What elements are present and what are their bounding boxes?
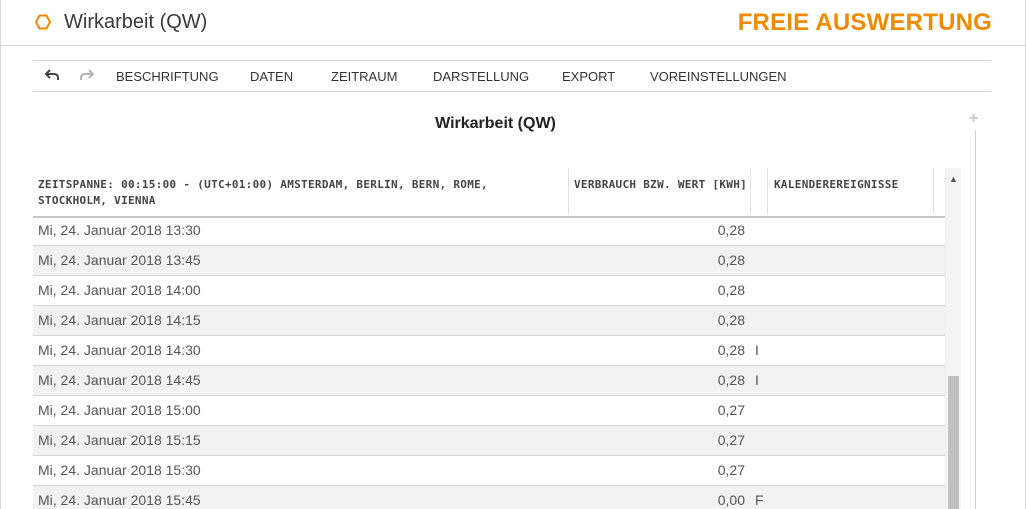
menu-daten[interactable]: DATEN (250, 69, 293, 84)
table-row[interactable]: Mi, 24. Januar 2018 13:30 0,28 (33, 216, 945, 246)
cell-flag: I (755, 342, 759, 358)
cell-value: 0,27 (717, 402, 745, 418)
cell-value: 0,28 (717, 342, 745, 358)
menu-voreinstellungen[interactable]: VOREINSTELLUNGEN (650, 69, 787, 84)
table-row[interactable]: Mi, 24. Januar 2018 14:30 0,28 I (33, 336, 945, 366)
column-divider (750, 168, 751, 214)
cell-value: 0,28 (717, 252, 745, 268)
cell-flag: F (755, 492, 764, 508)
cell-time: Mi, 24. Januar 2018 14:30 (38, 342, 201, 358)
table-row[interactable]: Mi, 24. Januar 2018 14:15 0,28 (33, 306, 945, 336)
brand-title: FREIE AUSWERTUNG (737, 9, 992, 36)
cell-time: Mi, 24. Januar 2018 13:30 (38, 222, 201, 238)
table-row[interactable]: Mi, 24. Januar 2018 13:45 0,28 (33, 246, 945, 276)
cell-flag: I (755, 372, 759, 388)
cell-time: Mi, 24. Januar 2018 13:45 (38, 252, 201, 268)
cell-time: Mi, 24. Januar 2018 15:15 (38, 432, 201, 448)
table-row[interactable]: Mi, 24. Januar 2018 15:30 0,27 (33, 456, 945, 486)
column-header-verbrauch[interactable]: VERBRAUCH BZW. WERT [KWH] (574, 177, 754, 193)
table-row[interactable]: Mi, 24. Januar 2018 14:45 0,28 I (33, 366, 945, 396)
table-header: ZEITSPANNE: 00:15:00 - (UTC+01:00) AMSTE… (33, 168, 945, 218)
panel-divider (975, 130, 976, 509)
cell-value: 0,28 (717, 372, 745, 388)
data-table: ZEITSPANNE: 00:15:00 - (UTC+01:00) AMSTE… (33, 168, 945, 509)
cell-value: 0,27 (717, 432, 745, 448)
scroll-thumb[interactable] (948, 376, 959, 509)
scroll-up-arrow-icon[interactable]: ▲ (949, 174, 958, 184)
cell-value: 0,28 (717, 312, 745, 328)
column-divider (767, 168, 768, 214)
content-title: Wirkarbeit (QW) (435, 115, 556, 132)
menu-beschriftung[interactable]: BESCHRIFTUNG (116, 69, 219, 84)
column-divider (933, 168, 934, 214)
table-row[interactable]: Mi, 24. Januar 2018 15:15 0,27 (33, 426, 945, 456)
cell-time: Mi, 24. Januar 2018 15:45 (38, 492, 201, 508)
page-title: Wirkarbeit (QW) (64, 11, 208, 33)
cell-time: Mi, 24. Januar 2018 14:45 (38, 372, 201, 388)
cell-value: 0,28 (717, 282, 745, 298)
cell-time: Mi, 24. Januar 2018 15:00 (38, 402, 201, 418)
table-body: Mi, 24. Januar 2018 13:30 0,28 Mi, 24. Jan… (33, 216, 945, 509)
table-row[interactable]: Mi, 24. Januar 2018 14:00 0,28 (33, 276, 945, 306)
table-row[interactable]: Mi, 24. Januar 2018 15:45 0,00 F (33, 486, 945, 509)
redo-icon[interactable] (79, 67, 95, 83)
table-row[interactable]: Mi, 24. Januar 2018 15:00 0,27 (33, 396, 945, 426)
column-divider (568, 168, 569, 214)
plus-icon[interactable]: + (969, 110, 978, 128)
cell-value: 0,00 (717, 492, 745, 508)
cell-value: 0,27 (717, 462, 745, 478)
menu-export[interactable]: EXPORT (562, 69, 615, 84)
vertical-scrollbar[interactable]: ▲ (945, 168, 961, 509)
menu-darstellung[interactable]: DARSTELLUNG (433, 69, 529, 84)
cell-value: 0,28 (717, 222, 745, 238)
column-header-zeitspanne[interactable]: ZEITSPANNE: 00:15:00 - (UTC+01:00) AMSTE… (38, 177, 563, 209)
toolbar: BESCHRIFTUNG DATEN ZEITRAUM DARSTELLUNG … (33, 60, 991, 92)
hexagon-icon (35, 14, 51, 30)
cell-time: Mi, 24. Januar 2018 14:00 (38, 282, 201, 298)
app-header: Wirkarbeit (QW) FREIE AUSWERTUNG (0, 0, 1026, 46)
cell-time: Mi, 24. Januar 2018 14:15 (38, 312, 201, 328)
menu-zeitraum[interactable]: ZEITRAUM (331, 69, 397, 84)
column-header-kalenderereignisse[interactable]: KALENDEREREIGNISSE (774, 177, 939, 193)
cell-time: Mi, 24. Januar 2018 15:30 (38, 462, 201, 478)
undo-icon[interactable] (44, 67, 60, 83)
